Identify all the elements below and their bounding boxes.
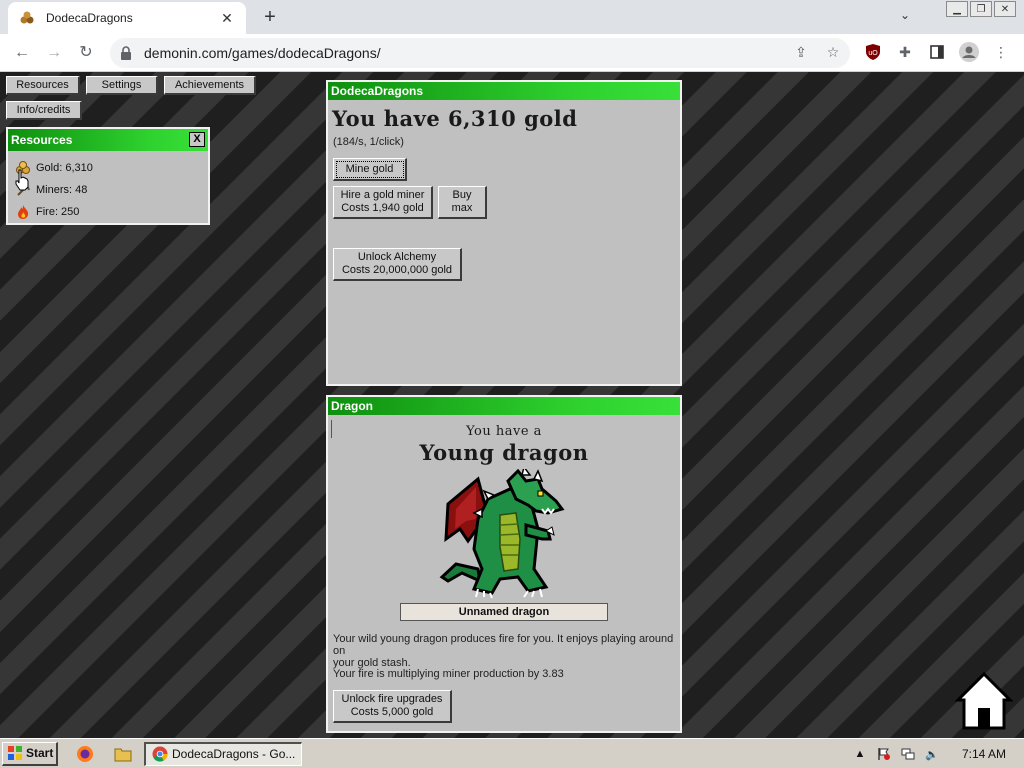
unlock-fire-upgrades-button[interactable]: Unlock fire upgrades Costs 5,000 gold [333,690,452,723]
unlock-fire-upgrades-cost: Costs 5,000 gold [350,706,434,718]
lock-icon [120,46,134,60]
fire-resource-text: Fire: 250 [36,206,80,218]
window-controls: ▁ ❐ ✕ [946,1,1016,17]
fire-multiplier-text: Your fire is multiplying miner productio… [333,668,564,680]
gold-resource-text: Gold: 6,310 [36,162,93,174]
fire-icon [14,203,32,221]
resources-panel-title: Resources [8,129,208,151]
ublock-extension-icon[interactable]: uO [862,41,884,63]
firefox-icon[interactable] [74,743,96,765]
dragon-favicon-icon [18,9,36,27]
buy-max-label-line2: max [451,202,473,214]
restore-icon[interactable]: ❐ [970,1,992,17]
main-gold-panel: DodecaDragons You have 6,310 gold (184/s… [326,80,682,386]
achievements-nav-button[interactable]: Achievements [164,76,256,95]
volume-icon[interactable]: 🔈 [924,746,940,762]
hire-miner-label: Hire a gold miner [340,189,425,202]
settings-nav-button[interactable]: Settings [86,76,158,95]
dragon-name-field[interactable]: Unnamed dragon [400,603,608,621]
gold-amount-heading: You have 6,310 gold [332,106,578,131]
resources-panel: Resources X Gold: 6,310 Miners: 48 Fire:… [6,127,210,225]
file-explorer-icon[interactable] [112,743,134,765]
window-close-icon[interactable]: ✕ [994,1,1016,17]
tray-expand-icon[interactable]: ▲ [852,746,868,762]
unlock-fire-upgrades-label: Unlock fire upgrades [341,693,443,706]
dragon-panel: Dragon You have a Young dragon Unnamed d… [326,395,682,733]
gold-rate-text: (184/s, 1/click) [333,136,404,148]
url-text: demonin.com/games/dodecaDragons/ [144,45,381,61]
tab-strip: DodecaDragons ✕ + ⌄ ▁ ❐ ✕ [0,0,1024,34]
address-bar[interactable]: demonin.com/games/dodecaDragons/ [110,38,850,68]
network-icon[interactable] [900,746,916,762]
hire-miner-cost: Costs 1,940 gold [341,202,424,214]
resources-nav-button[interactable]: Resources [6,76,80,95]
share-icon[interactable]: ⇪ [790,41,812,63]
taskbar-chrome-window[interactable]: DodecaDragons - Go... [144,741,302,766]
back-arrow-icon[interactable]: ← [10,41,34,65]
hire-miner-button[interactable]: Hire a gold miner Costs 1,940 gold [333,186,433,219]
hand-cursor-icon [14,169,30,191]
fire-resource-row: Fire: 250 [14,203,79,221]
dragon-stage-heading: Young dragon [419,440,589,465]
tab-dodecadragons[interactable]: DodecaDragons ✕ [8,2,246,34]
system-tray: ▲ 🔈 7:14 AM [844,742,1020,766]
clock[interactable]: 7:14 AM [962,747,1006,761]
forward-arrow-icon[interactable]: → [42,41,66,65]
profile-avatar-icon[interactable] [958,41,980,63]
minimize-icon[interactable]: ▁ [946,1,968,17]
svg-text:uO: uO [868,50,878,57]
dragon-sprite-icon [438,465,568,599]
side-panel-icon[interactable] [926,41,948,63]
info-credits-nav-button[interactable]: Info/credits [6,101,82,120]
start-label: Start [26,746,54,760]
resources-close-button[interactable]: X [189,132,205,147]
taskbar-window-title: DodecaDragons - Go... [172,747,296,761]
dragon-you-have-text: You have a [466,424,542,439]
windows-logo-icon [7,745,23,761]
extensions-puzzle-icon[interactable]: ✚ [894,41,916,63]
menu-kebab-icon[interactable]: ⋮ [990,41,1012,63]
miners-resource-text: Miners: 48 [36,184,88,196]
home-icon[interactable] [954,670,1014,732]
dragon-description: Your wild young dragon produces fire for… [333,633,680,669]
tab-search-chevron-icon[interactable]: ⌄ [894,8,916,28]
game-page: Resources Settings Achievements Info/cre… [0,72,1024,738]
reload-icon[interactable]: ↻ [74,41,98,65]
new-tab-icon[interactable]: + [258,6,282,30]
dragon-panel-title: Dragon [328,397,680,415]
bookmark-star-icon[interactable]: ☆ [822,41,844,63]
buy-max-button[interactable]: Buy max [438,186,487,219]
taskbar: Start DodecaDragons - Go... ▲ 🔈 7:14 AM [0,738,1024,768]
browser-chrome: DodecaDragons ✕ + ⌄ ▁ ❐ ✕ ← → ↻ demonin.… [0,0,1024,72]
flag-icon[interactable] [876,746,892,762]
tab-close-icon[interactable]: ✕ [218,9,236,27]
browser-toolbar: ← → ↻ demonin.com/games/dodecaDragons/ ⇪… [0,34,1024,72]
main-panel-title: DodecaDragons [328,82,680,100]
unlock-alchemy-cost: Costs 20,000,000 gold [341,264,453,276]
tab-title: DodecaDragons [46,11,133,25]
unlock-alchemy-label: Unlock Alchemy [357,251,437,264]
mine-gold-button[interactable]: Mine gold [333,158,407,181]
dragon-description-line1: Your wild young dragon produces fire for… [333,633,674,657]
chrome-icon [152,746,168,762]
buy-max-label-line1: Buy [452,189,472,202]
start-button[interactable]: Start [2,741,58,766]
unlock-alchemy-button[interactable]: Unlock Alchemy Costs 20,000,000 gold [333,248,462,281]
